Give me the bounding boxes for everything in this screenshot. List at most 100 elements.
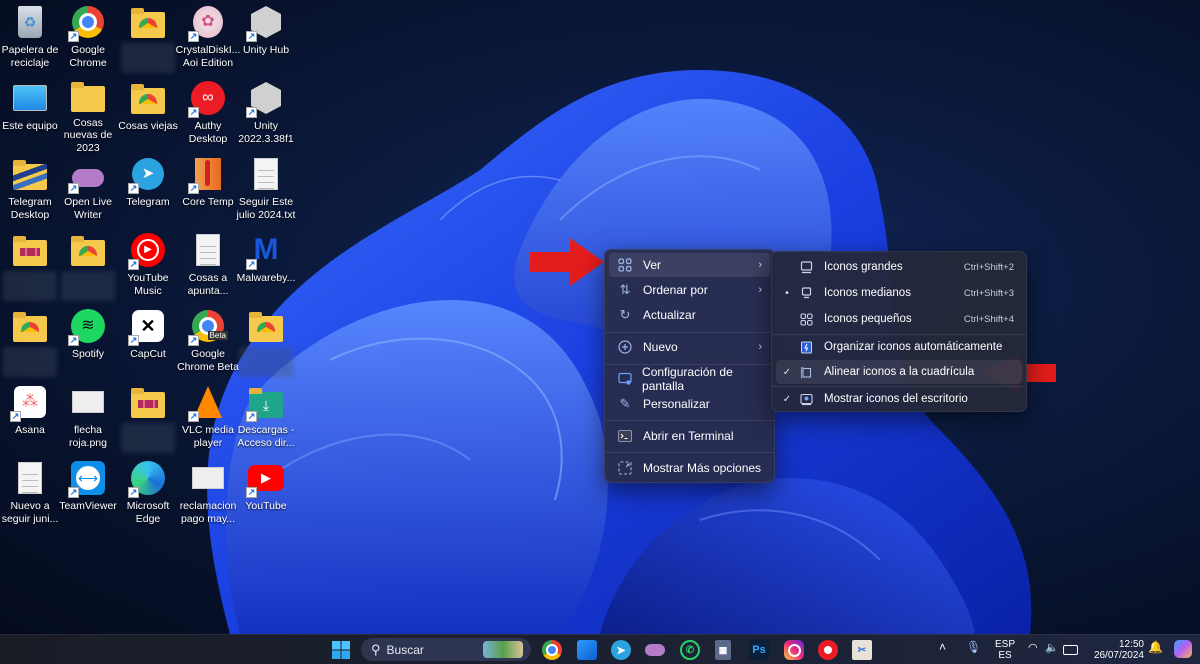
taskbar-app-calculator[interactable]: ▦ <box>715 640 731 660</box>
submenu-item-mostrar-iconos-escritorio[interactable]: ✓ Mostrar iconos del escritorio <box>776 387 1022 411</box>
menu-item-ordenar-por[interactable]: ⇅ Ordenar por › <box>609 278 770 302</box>
shortcut-arrow-icon: ↗ <box>128 487 139 498</box>
menu-item-personalizar[interactable]: ✎ Personalizar <box>609 392 770 416</box>
desktop-icon[interactable]: ⤓ ↗ Descargas - Acceso dir... <box>236 382 296 458</box>
malwarebytes-icon: M ↗ <box>246 233 279 270</box>
desktop-icon[interactable]: ⟷ ↗ TeamViewer <box>58 458 118 534</box>
submenu-item-alinear-cuadricula[interactable]: ✓ Alinear iconos a la cuadrícula <box>776 360 1022 384</box>
desktop-icon[interactable]: ↗ Core Temp <box>178 154 238 230</box>
desktop-icon[interactable]: Beta ↗ Google Chrome Beta <box>177 306 239 382</box>
shortcut-arrow-icon: ↗ <box>246 259 257 270</box>
desktop-icon[interactable]: Cosas viejas <box>118 78 178 154</box>
menu-item-mostrar-mas-opciones[interactable]: Mostrar Más opciones <box>609 456 770 480</box>
battery-icon[interactable] <box>1063 645 1078 655</box>
submenu-item-iconos-pequenos[interactable]: Iconos pequeños Ctrl+Shift+4 <box>776 307 1022 331</box>
taskbar: ⚲ Buscar ➤ ✆ ▦ Ps ✂ ˄ 🎙 ESP ES ◠ 🔈 12:50… <box>0 634 1200 664</box>
image-file-icon <box>190 460 226 496</box>
desktop-icon[interactable]: ∞ ↗ Authy Desktop <box>178 78 238 154</box>
clock-date: 26/07/2024 <box>1093 650 1144 661</box>
taskbar-app-whatsapp[interactable]: ✆ <box>680 640 700 660</box>
desktop-icon-label: Malwareby... <box>236 272 296 284</box>
folder-boxes-icon <box>130 384 166 420</box>
desktop-icon[interactable]: ↗ Unity Hub <box>236 2 296 78</box>
shortcut-arrow-icon: ↗ <box>68 183 79 194</box>
taskbar-app-widgets[interactable] <box>577 640 597 660</box>
authy-icon: ∞ ↗ <box>188 80 226 118</box>
menu-item-actualizar[interactable]: ↻ Actualizar <box>609 303 770 327</box>
text-file-icon <box>12 460 48 496</box>
desktop-icon[interactable]: ▶ ↗ YouTube <box>236 458 296 534</box>
desktop-icon-label: Open Live Writer <box>64 196 112 221</box>
volume-icon[interactable]: 🔈 <box>1045 643 1059 654</box>
taskbar-app-photoshop[interactable]: Ps <box>749 640 769 660</box>
taskbar-app-authy[interactable] <box>818 640 838 660</box>
terminal-icon <box>617 428 633 444</box>
search-highlight-image <box>483 641 523 658</box>
desktop-icon[interactable]: ♻ Papelera de reciclaje <box>0 2 60 78</box>
desktop-icon-label: Cosas nuevas de 2023 <box>63 116 113 154</box>
desktop-icon[interactable]: ↗ VLC media player <box>178 382 238 458</box>
desktop-icon[interactable] <box>236 306 296 382</box>
desktop-icon-label: Seguir Este julio 2024.txt <box>236 196 296 221</box>
vlc-icon: ↗ <box>188 384 226 422</box>
desktop-icon[interactable]: ✕ ↗ CapCut <box>118 306 178 382</box>
desktop-icon[interactable]: Seguir Este julio 2024.txt <box>236 154 296 230</box>
copilot-icon[interactable] <box>1174 640 1192 658</box>
taskbar-app-telegram[interactable]: ➤ <box>611 640 631 660</box>
menu-item-nuevo[interactable]: Nuevo › <box>609 335 770 359</box>
desktop-icon[interactable]: ➤ ↗ Telegram <box>118 154 178 230</box>
submenu-item-organizar-automaticamente[interactable]: Organizar iconos automáticamente <box>776 335 1022 359</box>
keyboard-shortcut: Ctrl+Shift+2 <box>963 261 1014 273</box>
submenu-item-label: Alinear iconos a la cuadrícula <box>824 366 975 378</box>
menu-item-configuracion-pantalla[interactable]: Configuración de pantalla <box>609 365 770 393</box>
taskbar-app-snipping-tool[interactable]: ✂ <box>852 640 872 660</box>
desktop-icon[interactable] <box>0 306 60 382</box>
chevron-up-icon[interactable]: ˄ <box>939 641 946 653</box>
desktop-icon[interactable]: ↗ Microsoft Edge <box>118 458 178 534</box>
desktop-icon[interactable]: ✿ ↗ CrystalDiskI... Aoi Edition <box>176 2 240 78</box>
core-temp-icon: ↗ <box>188 156 226 194</box>
desktop-icon[interactable]: ⁂ ↗ Asana <box>0 382 60 458</box>
start-button[interactable] <box>331 640 351 660</box>
language-indicator[interactable]: ESP ES <box>994 639 1016 661</box>
desktop-icon[interactable]: ↗ Open Live Writer <box>58 154 118 230</box>
taskbar-search-box[interactable]: ⚲ Buscar <box>361 638 531 661</box>
blurred-icon-label <box>121 423 175 453</box>
desktop-icon[interactable]: Cosas a apunta... <box>178 230 238 306</box>
image-file-icon <box>70 384 106 420</box>
desktop-icon[interactable]: ≋ ↗ Spotify <box>58 306 118 382</box>
taskbar-app-open-live-writer[interactable] <box>645 640 665 660</box>
desktop-icon[interactable]: ▶ ↗ YouTube Music <box>118 230 178 306</box>
desktop-icon[interactable] <box>58 230 118 306</box>
desktop-icon[interactable]: Telegram Desktop <box>0 154 60 230</box>
desktop-icon[interactable] <box>118 382 178 458</box>
notification-bell-icon[interactable]: 🔔 <box>1148 641 1163 653</box>
desktop-icon[interactable]: Este equipo <box>0 78 60 154</box>
submenu-item-iconos-grandes[interactable]: Iconos grandes Ctrl+Shift+2 <box>776 255 1022 279</box>
taskbar-app-instagram[interactable] <box>784 640 804 660</box>
shortcut-arrow-icon: ↗ <box>188 31 199 42</box>
submenu-item-iconos-medianos[interactable]: • Iconos medianos Ctrl+Shift+3 <box>776 281 1022 305</box>
menu-item-abrir-terminal[interactable]: Abrir en Terminal <box>609 424 770 448</box>
desktop-icon[interactable]: Nuevo a seguir juni... <box>0 458 60 534</box>
desktop-icon[interactable]: M ↗ Malwareby... <box>236 230 296 306</box>
whatsapp-icon: ✆ <box>685 644 695 656</box>
desktop-icon[interactable]: flecha roja.png <box>58 382 118 458</box>
desktop-icon[interactable] <box>0 230 60 306</box>
desktop-icon[interactable] <box>118 2 178 78</box>
menu-item-ver[interactable]: Ver › <box>609 253 770 277</box>
menu-item-label: Abrir en Terminal <box>643 429 734 443</box>
desktop-icon[interactable]: ↗ Unity 2022.3.38f1 <box>236 78 296 154</box>
spotify-icon: ≋ ↗ <box>68 308 106 346</box>
wifi-icon[interactable]: ◠ <box>1028 643 1038 654</box>
desktop-icon-label: Asana <box>15 424 45 436</box>
text-file-icon <box>190 232 226 268</box>
desktop-icon[interactable]: Cosas nuevas de 2023 <box>58 78 118 154</box>
desktop-icon[interactable]: reclamacion pago may... <box>178 458 238 534</box>
desktop-icon-label: Cosas a apunta... <box>187 272 229 297</box>
desktop-icon[interactable]: ↗ Google Chrome <box>58 2 118 78</box>
microphone-icon[interactable]: 🎙 <box>966 641 981 653</box>
clock[interactable]: 12:50 26/07/2024 <box>1086 639 1144 661</box>
folder-striped-icon <box>12 156 48 192</box>
taskbar-app-chrome[interactable] <box>542 640 562 660</box>
